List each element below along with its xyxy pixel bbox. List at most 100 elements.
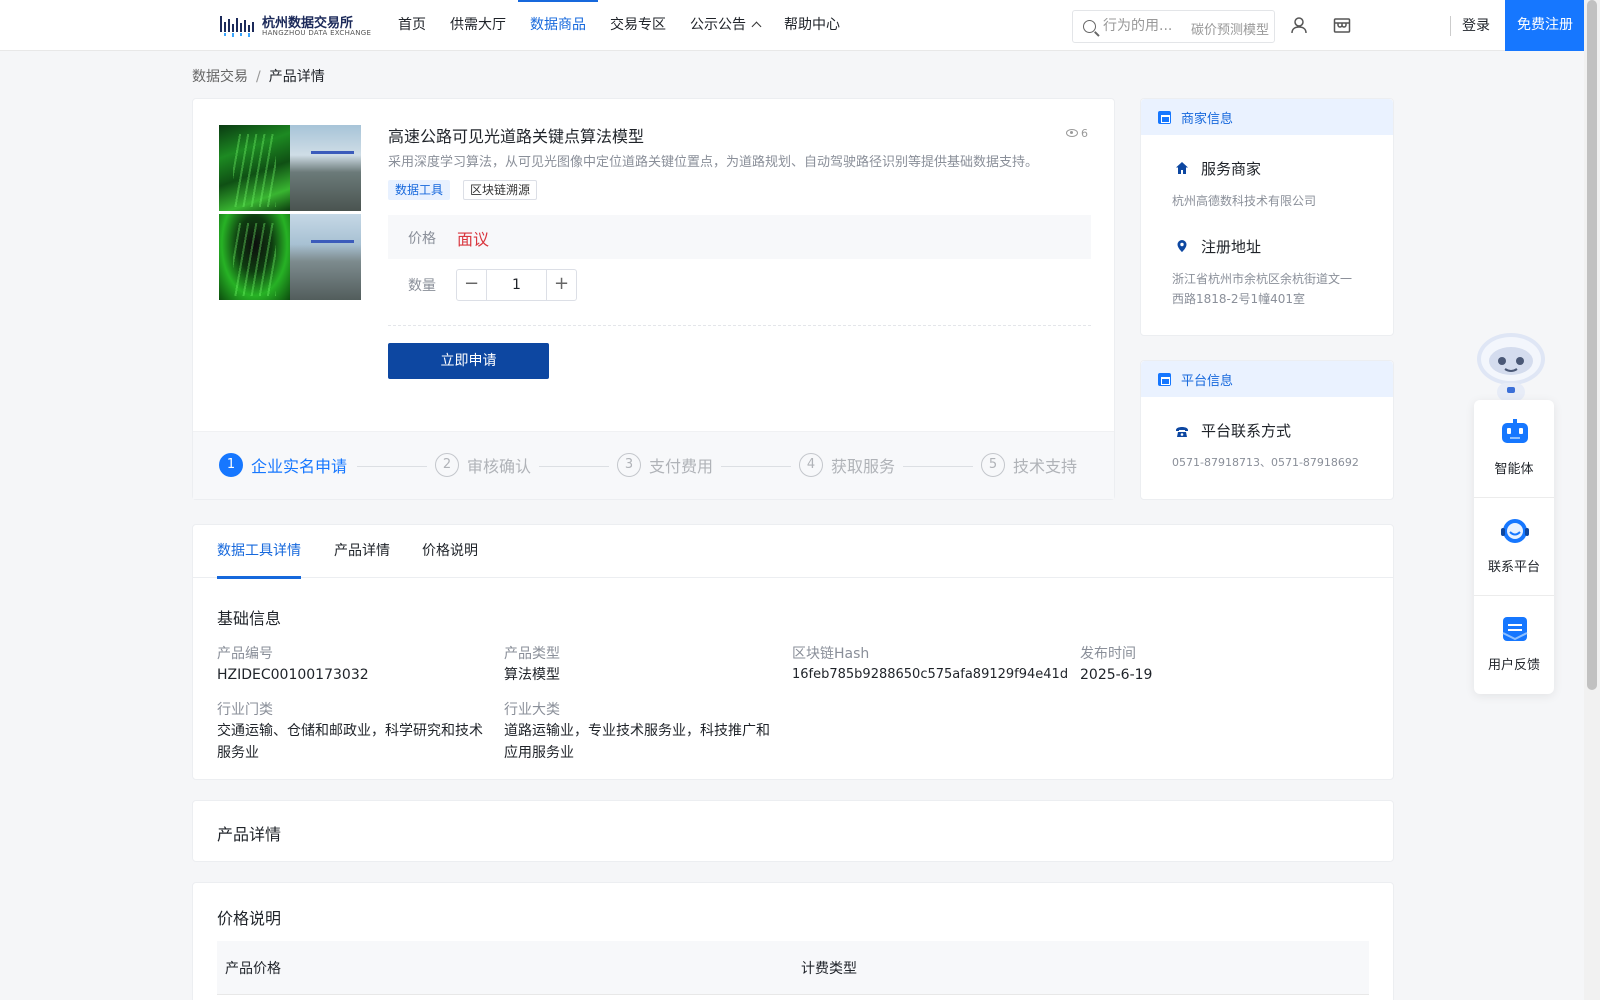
chevron-up-icon	[751, 21, 762, 32]
login-link[interactable]: 登录	[1462, 15, 1490, 35]
top-header: 杭州数据交易所 HANGZHOU DATA EXCHANGE 首页 供需大厅 数…	[0, 0, 1585, 51]
step-2: 2 审核确认	[435, 452, 531, 478]
user-icon[interactable]	[1290, 16, 1308, 34]
step-number: 1	[219, 453, 243, 477]
contact-platform-button[interactable]: 联系平台	[1474, 498, 1554, 595]
logo-mark-icon	[220, 16, 254, 37]
search-input[interactable]	[1103, 18, 1183, 34]
thumbnail-image	[290, 125, 361, 211]
site-logo[interactable]: 杭州数据交易所 HANGZHOU DATA EXCHANGE	[220, 12, 371, 40]
step-number: 5	[981, 453, 1005, 477]
nav-item-help-center[interactable]: 帮助中心	[772, 0, 852, 50]
step-label: 支付费用	[649, 457, 714, 476]
nav-item-home[interactable]: 首页	[386, 0, 438, 50]
assistant-button[interactable]: 智能体	[1474, 400, 1554, 497]
step-4: 4 获取服务	[799, 452, 895, 478]
assistant-label: 智能体	[1494, 462, 1534, 477]
tag-data-tool: 数据工具	[388, 180, 451, 200]
nav-item-supply-demand[interactable]: 供需大厅	[438, 0, 518, 50]
section-header-label: 平台信息	[1181, 374, 1234, 389]
price-description-title: 价格说明	[217, 909, 282, 928]
nav-item-announcements[interactable]: 公示公告	[678, 0, 772, 50]
apply-button[interactable]: 立即申请	[388, 343, 549, 379]
tab-price-description[interactable]: 价格说明	[422, 525, 478, 578]
product-type-label: 产品类型	[504, 646, 560, 662]
price-box: 价格 面议	[388, 215, 1091, 259]
breadcrumb-current: 产品详情	[268, 69, 325, 85]
process-steps: 1 企业实名申请 2 审核确认 3 支付费用 4 获取服务 5 技术支持	[193, 431, 1114, 499]
product-id-label: 产品编号	[217, 646, 273, 662]
price-description-section: 价格说明 产品价格 计费类型	[192, 882, 1394, 1000]
service-merchant-value: 杭州高德数科技术有限公司	[1172, 194, 1317, 208]
logo-subtitle: HANGZHOU DATA EXCHANGE	[262, 29, 372, 37]
merchant-info-card: 商家信息 服务商家 杭州高德数科技术有限公司 注册地址 浙江省杭州市余杭区余杭街…	[1140, 98, 1394, 336]
merchant-info-header: 商家信息	[1141, 99, 1393, 135]
product-title: 高速公路可见光道路关键点算法模型	[388, 127, 645, 146]
registered-address-label: 注册地址	[1201, 238, 1262, 256]
shop-icon[interactable]	[1333, 16, 1351, 34]
header-divider	[1450, 16, 1451, 36]
quantity-label: 数量	[408, 278, 436, 294]
step-label: 获取服务	[831, 457, 896, 476]
feedback-icon	[1502, 617, 1528, 641]
nav-label: 帮助中心	[784, 17, 840, 33]
breadcrumb-separator: /	[256, 69, 261, 85]
industry-category-value: 交通运输、仓储和邮政业，科学研究和技术服务业	[217, 723, 483, 761]
step-label: 企业实名申请	[251, 457, 348, 476]
price-label: 价格	[408, 231, 436, 247]
robot-icon	[1502, 419, 1528, 443]
view-count-value: 6	[1081, 127, 1088, 140]
nav-label: 首页	[398, 17, 426, 33]
quantity-stepper: − +	[456, 269, 577, 301]
quantity-input[interactable]	[487, 270, 546, 300]
step-3: 3 支付费用	[617, 452, 713, 478]
product-description: 采用深度学习算法，从可见光图像中定位道路关键位置点，为道路规划、自动驾驶路径识别…	[388, 155, 1039, 170]
scrollbar-thumb[interactable]	[1587, 0, 1597, 690]
tab-product-details[interactable]: 产品详情	[334, 525, 390, 578]
blockchain-hash-label: 区块链Hash	[792, 646, 870, 662]
step-connector	[539, 466, 609, 467]
thumbnail-image	[219, 214, 290, 300]
tab-data-tool-details[interactable]: 数据工具详情	[217, 525, 301, 579]
feedback-button[interactable]: 用户反馈	[1474, 596, 1554, 693]
product-thumbnail[interactable]	[219, 125, 362, 300]
nav-item-data-products[interactable]: 数据商品	[518, 0, 598, 50]
price-value: 面议	[457, 230, 490, 249]
thumbnail-image	[219, 125, 290, 211]
search-box[interactable]: 碳价预测模型	[1072, 10, 1275, 43]
location-pin-icon	[1177, 240, 1187, 252]
platform-contact-label: 平台联系方式	[1201, 422, 1292, 440]
nav-label: 供需大厅	[450, 17, 506, 33]
home-icon	[1176, 162, 1188, 174]
nav-label: 公示公告	[690, 17, 746, 33]
platform-info-card: 平台信息 平台联系方式 0571-87918713、0571-87918692	[1140, 360, 1394, 500]
product-type-value: 算法模型	[504, 667, 560, 683]
step-1: 1 企业实名申请	[219, 452, 347, 478]
product-card: 高速公路可见光道路关键点算法模型 6 采用深度学习算法，从可见光图像中定位道路关…	[192, 98, 1115, 500]
blockchain-hash-value: 16feb785b9288650c575afa89129f94e41d...	[792, 667, 1068, 682]
product-details-title: 产品详情	[217, 825, 282, 844]
details-card: 数据工具详情 产品详情 价格说明 基础信息 产品编号 HZIDEC0010017…	[192, 524, 1394, 780]
basic-info-title: 基础信息	[217, 609, 282, 628]
view-count: 6	[1066, 127, 1088, 140]
monitor-icon	[1158, 373, 1171, 386]
step-label: 审核确认	[467, 457, 532, 476]
nav-label: 交易专区	[610, 17, 666, 33]
feedback-label: 用户反馈	[1487, 658, 1540, 673]
breadcrumb-parent[interactable]: 数据交易	[192, 69, 248, 85]
industry-category-label: 行业门类	[217, 702, 273, 718]
tag-blockchain: 区块链溯源	[463, 180, 538, 200]
increment-button[interactable]: +	[546, 270, 576, 300]
nav-item-trading-zone[interactable]: 交易专区	[598, 0, 678, 50]
step-number: 4	[799, 453, 823, 477]
search-hot-keyword[interactable]: 碳价预测模型	[1191, 19, 1275, 38]
eye-icon	[1066, 129, 1078, 137]
decrement-button[interactable]: −	[457, 270, 487, 300]
column-header-product-price: 产品价格	[225, 961, 281, 977]
robot-assistant-icon[interactable]	[1472, 325, 1550, 403]
publish-date-value: 2025-6-19	[1080, 667, 1153, 683]
search-icon[interactable]	[1083, 20, 1096, 33]
page-scrollbar[interactable]	[1584, 0, 1600, 1000]
column-header-billing-type: 计费类型	[801, 961, 857, 977]
register-button[interactable]: 免费注册	[1505, 0, 1585, 51]
